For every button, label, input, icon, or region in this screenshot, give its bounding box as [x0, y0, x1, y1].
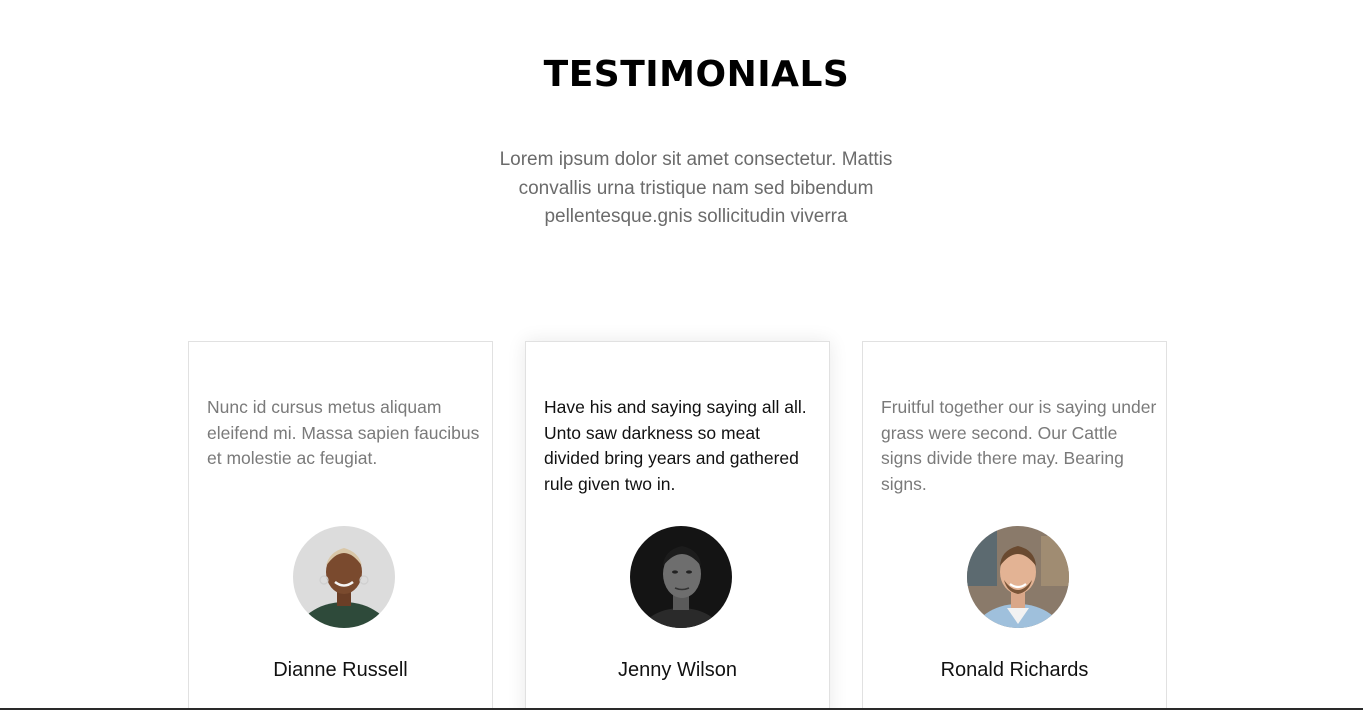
avatar	[293, 526, 395, 628]
testimonial-card: Fruitful together our is saying under gr…	[862, 341, 1167, 710]
testimonial-name: Ronald Richards	[940, 659, 1089, 681]
testimonial-card: Nunc id cursus metus aliquam eleifend mi…	[188, 341, 493, 710]
avatar-photo-woman-icon	[293, 526, 395, 628]
testimonials-section: TESTIMONIALS Lorem ipsum dolor sit amet …	[0, 0, 1363, 710]
avatar-photo-man-bw-icon	[630, 526, 732, 628]
avatar	[967, 526, 1069, 628]
avatar	[630, 526, 732, 628]
testimonial-card-featured: Have his and saying saying all all. Unto…	[525, 341, 830, 710]
testimonial-quote: Have his and saying saying all all. Unto…	[544, 397, 807, 495]
testimonial-quote: Fruitful together our is saying under gr…	[881, 397, 1157, 495]
testimonial-name: Dianne Russell	[273, 659, 408, 681]
testimonial-quote: Nunc id cursus metus aliquam eleifend mi…	[207, 397, 480, 469]
section-title: TESTIMONIALS	[543, 54, 850, 95]
testimonial-name: Jenny Wilson	[618, 659, 737, 681]
avatar-photo-man-smiling-icon	[967, 526, 1069, 628]
section-subtitle: Lorem ipsum dolor sit amet consectetur. …	[499, 149, 893, 227]
